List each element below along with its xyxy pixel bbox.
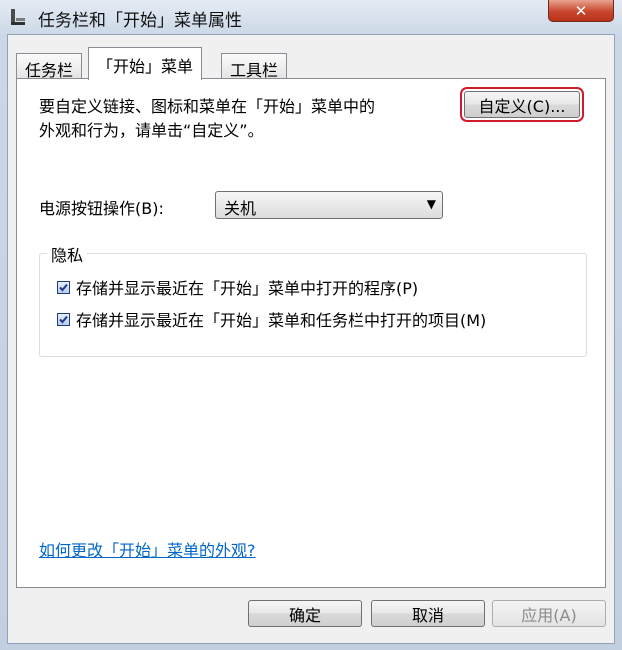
tab-toolbars[interactable]: 工具栏 [221, 53, 288, 80]
description-line-2: 外观和行为，请单击“自定义”。 [39, 121, 264, 140]
recent-items-label: 存储并显示最近在「开始」菜单和任务栏中打开的项目(M) [76, 311, 487, 330]
close-icon: ✕ [574, 1, 588, 20]
tab-start-menu[interactable]: 「开始」菜单 [88, 47, 203, 80]
recent-programs-label: 存储并显示最近在「开始」菜单中打开的程序(P) [76, 279, 419, 298]
recent-items-checkbox[interactable] [57, 313, 70, 326]
window-title: 任务栏和「开始」菜单属性 [38, 11, 242, 31]
customize-button[interactable]: 自定义(C)... [460, 87, 584, 122]
checkmark-icon [59, 315, 68, 324]
recent-items-option[interactable]: 存储并显示最近在「开始」菜单和任务栏中打开的项目(M) [57, 307, 487, 330]
checkmark-icon [59, 283, 68, 292]
chevron-down-icon: ▼ [426, 197, 436, 211]
help-link[interactable]: 如何更改「开始」菜单的外观? [39, 537, 256, 561]
cancel-button[interactable]: 取消 [371, 600, 485, 627]
dialog-client-area: 任务栏 「开始」菜单 工具栏 要自定义链接、图标和菜单在「开始」菜单中的 外观和… [7, 34, 615, 644]
privacy-group [39, 253, 587, 357]
properties-dialog: 任务栏和「开始」菜单属性 ✕ 任务栏 「开始」菜单 工具栏 要自定义链接、图标和… [0, 0, 622, 650]
title-bar[interactable]: 任务栏和「开始」菜单属性 ✕ [0, 0, 622, 34]
description-line-1: 要自定义链接、图标和菜单在「开始」菜单中的 [39, 97, 376, 116]
recent-programs-checkbox[interactable] [57, 281, 70, 294]
start-menu-panel: 要自定义链接、图标和菜单在「开始」菜单中的 外观和行为，请单击“自定义”。 自定… [16, 78, 606, 588]
apply-button[interactable]: 应用(A) [492, 600, 606, 627]
customize-description: 要自定义链接、图标和菜单在「开始」菜单中的 外观和行为，请单击“自定义”。 [39, 95, 449, 143]
ok-button[interactable]: 确定 [248, 600, 362, 627]
tab-taskbar[interactable]: 任务栏 [16, 53, 83, 80]
recent-programs-option[interactable]: 存储并显示最近在「开始」菜单中打开的程序(P) [57, 275, 419, 298]
power-button-label: 电源按钮操作(B): [39, 199, 164, 218]
taskbar-app-icon [10, 8, 26, 26]
power-button-value: 关机 [224, 199, 257, 218]
power-button-select[interactable]: 关机 ▼ [215, 191, 443, 219]
close-button[interactable]: ✕ [548, 0, 614, 22]
privacy-group-title: 隐私 [47, 242, 88, 266]
